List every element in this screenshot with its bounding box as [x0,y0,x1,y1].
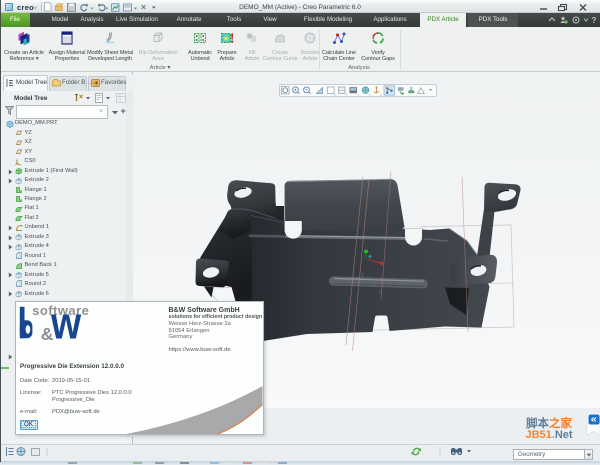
svg-text:?: ? [592,16,597,25]
svg-text:X: X [379,289,383,295]
svg-text:Y: Y [371,277,375,283]
svg-text:w: w [50,301,81,348]
